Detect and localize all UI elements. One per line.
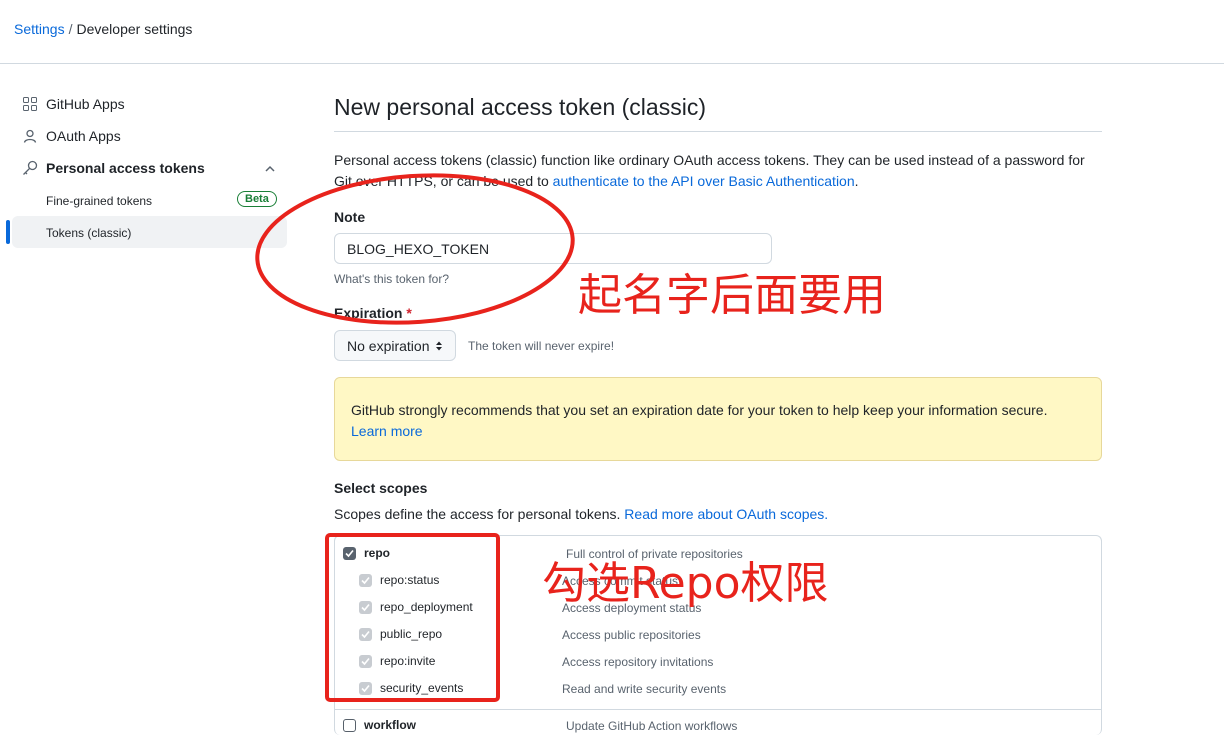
- title-divider: [334, 131, 1102, 132]
- scope-desc: Update GitHub Action workflows: [566, 719, 738, 733]
- expiration-label-text: Expiration: [334, 305, 403, 321]
- scopes-description-text: Scopes define the access for personal to…: [334, 506, 621, 522]
- scope-repo[interactable]: repo: [343, 546, 390, 560]
- scope-group-divider: [334, 709, 1102, 710]
- scope-name: public_repo: [380, 627, 443, 641]
- scope-desc: Read and write security events: [562, 682, 727, 696]
- checkbox-checked-icon[interactable]: [359, 654, 372, 668]
- sidebar-item-fine-grained-tokens[interactable]: Fine-grained tokens: [46, 194, 152, 208]
- scopes-heading: Select scopes: [334, 480, 428, 496]
- checkbox-checked-icon[interactable]: [359, 681, 372, 695]
- person-icon: [22, 128, 38, 144]
- page-title: New personal access token (classic): [334, 94, 706, 120]
- select-arrows-icon: [436, 341, 442, 350]
- scope-public-repo[interactable]: public_repo: [359, 627, 442, 641]
- note-hint: What's this token for?: [334, 272, 450, 286]
- intro-text: Personal access tokens (classic) functio…: [334, 150, 1102, 192]
- warning-text: GitHub strongly recommends that you set …: [351, 402, 1048, 418]
- breadcrumb: Settings / Developer settings: [14, 21, 192, 37]
- expiration-select[interactable]: No expiration: [334, 330, 456, 361]
- sidebar-item-github-apps[interactable]: GitHub Apps: [22, 96, 125, 112]
- scopes-description: Scopes define the access for personal to…: [334, 506, 828, 522]
- scope-name: security_events: [380, 681, 464, 695]
- header-divider: [0, 63, 1224, 64]
- scope-desc: Access repository invitations: [562, 655, 714, 669]
- note-label: Note: [334, 209, 366, 225]
- sidebar-item-label: OAuth Apps: [46, 128, 121, 144]
- sidebar-item-label: GitHub Apps: [46, 96, 125, 112]
- expiration-warning: GitHub strongly recommends that you set …: [334, 377, 1102, 461]
- scope-name: repo:invite: [380, 654, 436, 668]
- note-input[interactable]: [334, 233, 772, 264]
- checkbox-checked-icon[interactable]: [359, 627, 372, 641]
- scope-name: repo_deployment: [380, 600, 473, 614]
- chevron-up-icon[interactable]: [262, 161, 278, 177]
- sidebar-item-oauth-apps[interactable]: OAuth Apps: [22, 128, 121, 144]
- expiration-selected: No expiration: [347, 337, 430, 354]
- sidebar-active-indicator: [6, 220, 10, 244]
- basic-auth-link[interactable]: authenticate to the API over Basic Authe…: [553, 173, 855, 189]
- scope-repo-invite[interactable]: repo:invite: [359, 654, 435, 668]
- learn-more-link[interactable]: Learn more: [351, 423, 423, 439]
- sidebar-item-personal-access-tokens[interactable]: Personal access tokens: [22, 160, 205, 176]
- checkbox-checked-icon[interactable]: [359, 600, 372, 614]
- checkbox-checked-icon[interactable]: [359, 573, 372, 587]
- expiration-label: Expiration *: [334, 305, 412, 321]
- beta-badge: Beta: [237, 191, 277, 207]
- scope-desc: Access public repositories: [562, 628, 701, 642]
- intro-end: .: [854, 173, 859, 189]
- required-mark: *: [406, 305, 412, 321]
- sidebar-item-label: Personal access tokens: [46, 160, 205, 176]
- oauth-scopes-link[interactable]: Read more about OAuth scopes.: [624, 506, 828, 522]
- scope-repo-status[interactable]: repo:status: [359, 573, 439, 587]
- scope-repo-deployment[interactable]: repo_deployment: [359, 600, 473, 614]
- annotation-repo-note: 勾选Repo权限: [542, 558, 829, 609]
- key-icon: [22, 160, 38, 176]
- scope-security-events[interactable]: security_events: [359, 681, 463, 695]
- scope-name: repo: [364, 546, 391, 560]
- annotation-name-note: 起名字后面要用: [578, 270, 886, 321]
- apps-grid-icon: [22, 96, 38, 112]
- expiration-hint: The token will never expire!: [468, 339, 615, 353]
- breadcrumb-current: Developer settings: [76, 21, 193, 37]
- scope-name: repo:status: [380, 573, 440, 587]
- breadcrumb-settings-link[interactable]: Settings: [14, 21, 65, 37]
- checkbox-checked-icon[interactable]: [343, 546, 356, 560]
- breadcrumb-separator: /: [68, 21, 73, 37]
- sidebar-item-tokens-classic[interactable]: Tokens (classic): [46, 226, 131, 240]
